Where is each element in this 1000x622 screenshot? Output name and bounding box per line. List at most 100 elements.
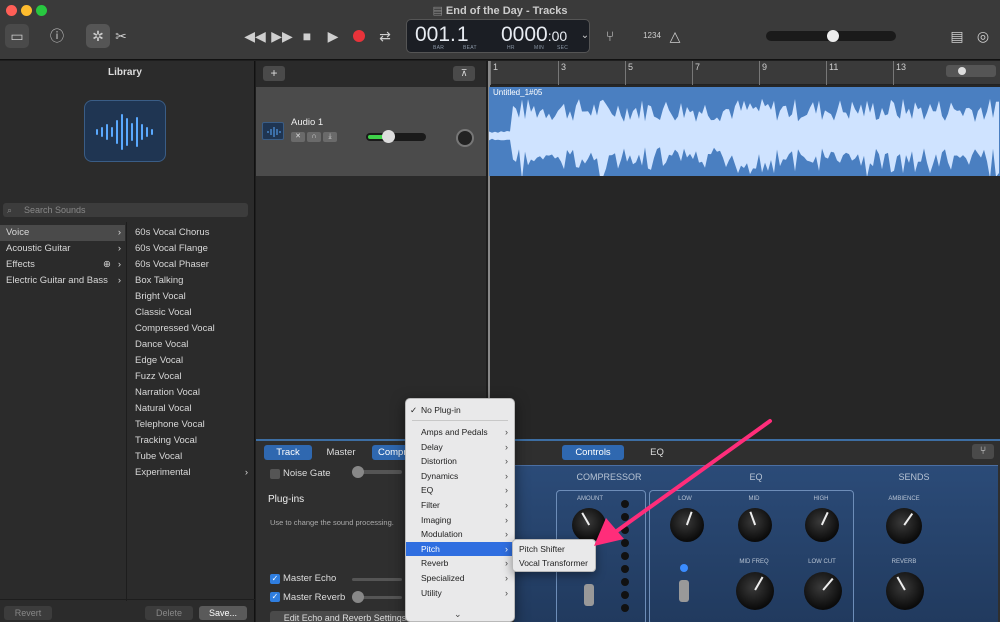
lcd-menu-button[interactable]: ⌄ (578, 24, 592, 48)
sound-item[interactable]: Bright Vocal (130, 289, 252, 305)
rewind-button[interactable]: ◀◀ (244, 24, 266, 48)
stop-button[interactable]: ■ (298, 24, 316, 48)
ambience-knob[interactable] (886, 508, 922, 544)
noise-gate-checkbox[interactable] (270, 469, 280, 479)
tab-track[interactable]: Track (264, 445, 312, 460)
category-voice[interactable]: Voice › (0, 225, 125, 241)
sound-item[interactable]: Box Talking (130, 273, 252, 289)
compressor-toggle-switch[interactable] (584, 584, 594, 606)
revert-button[interactable]: Revert (4, 606, 52, 620)
input-monitor-button[interactable]: ⤓ (323, 132, 337, 142)
sound-item[interactable]: Experimental › (130, 465, 252, 481)
tuner-button[interactable]: ⑂ (972, 444, 994, 459)
reverb-label: REVERB (891, 559, 917, 565)
sound-item[interactable]: Tracking Vocal (130, 433, 252, 449)
menu-item-utility[interactable]: Utility › (406, 586, 514, 600)
edit-echo-reverb-button[interactable]: Edit Echo and Reverb Settings (270, 611, 420, 622)
ruler-tick (490, 61, 491, 85)
chevron-right-icon: › (505, 500, 508, 510)
fast-forward-button[interactable]: ▶▶ (271, 24, 293, 48)
master-reverb-checkbox[interactable]: ✓ (270, 592, 280, 602)
high-knob[interactable] (805, 508, 839, 542)
menu-item-dynamics[interactable]: Dynamics › (406, 469, 514, 483)
sound-item[interactable]: Narration Vocal (130, 385, 252, 401)
tab-master[interactable]: Master (316, 445, 366, 460)
sound-item[interactable]: Compressed Vocal (130, 321, 252, 337)
sound-item[interactable]: 60s Vocal Phaser (130, 257, 252, 273)
checkmark-icon: ✓ (410, 405, 418, 415)
sound-item[interactable]: Fuzz Vocal (130, 369, 252, 385)
menu-item-filter[interactable]: Filter › (406, 498, 514, 512)
loops-button[interactable]: ◎ (974, 24, 992, 48)
menu-item-specialized[interactable]: Specialized › (406, 571, 514, 585)
ruler-bar-number: 3 (561, 62, 567, 72)
catch-playhead-button[interactable]: ⊼ (453, 66, 475, 81)
chevron-right-icon: › (117, 275, 121, 286)
notepad-button[interactable]: ▤ (948, 24, 966, 48)
zoom-slider[interactable] (946, 65, 996, 77)
eq-toggle-switch[interactable] (679, 580, 689, 602)
track-volume-slider[interactable] (366, 130, 426, 143)
master-echo-label: Master Echo (283, 573, 337, 584)
sound-item[interactable]: Dance Vocal (130, 337, 252, 353)
search-icon: ⌕ (7, 205, 13, 215)
master-reverb-thumb[interactable] (352, 591, 364, 603)
mute-button[interactable]: ✕ (291, 132, 305, 142)
sound-item[interactable]: Telephone Vocal (130, 417, 252, 433)
noise-gate-thumb[interactable] (352, 466, 364, 478)
add-track-button[interactable]: + (263, 66, 285, 81)
track-volume-thumb[interactable] (381, 130, 395, 143)
editors-button[interactable]: ✂ (112, 24, 130, 48)
lcd-hr-label: HR (507, 45, 515, 51)
audio-region[interactable]: Untitled_1#05 (489, 87, 1000, 176)
category-effects[interactable]: Effects ⊕ › (0, 257, 125, 273)
master-volume-thumb[interactable] (827, 30, 839, 42)
track-header-audio-1[interactable]: Audio 1 ✕ ∩ ⤓ (256, 87, 486, 176)
count-in-button[interactable]: 1234 (640, 24, 664, 48)
master-reverb-label: Master Reverb (283, 592, 346, 603)
sound-item[interactable]: 60s Vocal Flange (130, 241, 252, 257)
play-button[interactable]: ▶ (324, 24, 342, 48)
master-echo-slider[interactable] (352, 578, 402, 581)
menu-item-amps-and-pedals[interactable]: Amps and Pedals › (406, 425, 514, 439)
mid-freq-knob[interactable] (736, 572, 774, 610)
menu-item-modulation[interactable]: Modulation › (406, 527, 514, 541)
menu-item-eq[interactable]: EQ › (406, 483, 514, 497)
master-echo-checkbox[interactable]: ✓ (270, 574, 280, 584)
menu-item-pitch[interactable]: Pitch › (406, 541, 514, 556)
cycle-button[interactable]: ⇄ (376, 24, 394, 48)
sound-item[interactable]: Natural Vocal (130, 401, 252, 417)
solo-button[interactable]: ∩ (307, 132, 321, 142)
sound-item[interactable]: Edge Vocal (130, 353, 252, 369)
category-acoustic-guitar[interactable]: Acoustic Guitar › (0, 241, 125, 257)
search-field[interactable]: ⌕ Search Sounds (3, 203, 248, 217)
sound-item[interactable]: 60s Vocal Chorus (130, 225, 252, 241)
play-icon: ▶ (327, 28, 339, 44)
pan-knob[interactable] (456, 129, 474, 147)
menu-item-no-plugin[interactable]: ✓ No Plug-in (406, 403, 514, 417)
chevron-right-icon: › (505, 456, 508, 467)
menu-item-reverb[interactable]: Reverb › (406, 556, 514, 570)
lcd-display[interactable]: 001. 1 0000:00 BAR BEAT HR MIN SEC (406, 19, 590, 53)
menu-item-distortion[interactable]: Distortion › (406, 454, 514, 468)
scroll-down-icon[interactable]: ⌄ (454, 609, 462, 620)
menu-item-vocal-transformer[interactable]: Vocal Transformer (513, 556, 595, 570)
delete-button[interactable]: Delete (145, 606, 193, 620)
low-cut-knob[interactable] (804, 572, 842, 610)
library-button[interactable]: ▭ (5, 24, 29, 48)
help-button[interactable]: ⓘ (46, 24, 68, 48)
tuning-fork-icon: ⑂ (605, 28, 615, 44)
record-button[interactable] (353, 30, 365, 42)
category-electric-guitar-bass[interactable]: Electric Guitar and Bass › (0, 273, 125, 289)
save-button[interactable]: Save... (199, 606, 247, 620)
tuner-button[interactable]: ⑂ (600, 24, 620, 48)
sound-item[interactable]: Tube Vocal (130, 449, 252, 465)
reverb-knob[interactable] (886, 572, 924, 610)
metronome-button[interactable]: △ (666, 24, 684, 48)
menu-item-delay[interactable]: Delay › (406, 440, 514, 454)
sound-item[interactable]: Classic Vocal (130, 305, 252, 321)
smart-controls-button[interactable]: ✲ (86, 24, 110, 48)
menu-item-imaging[interactable]: Imaging › (406, 513, 514, 527)
ruler[interactable]: 1 3 5 7 9 11 13 (488, 61, 1000, 85)
zoom-thumb[interactable] (958, 67, 966, 75)
